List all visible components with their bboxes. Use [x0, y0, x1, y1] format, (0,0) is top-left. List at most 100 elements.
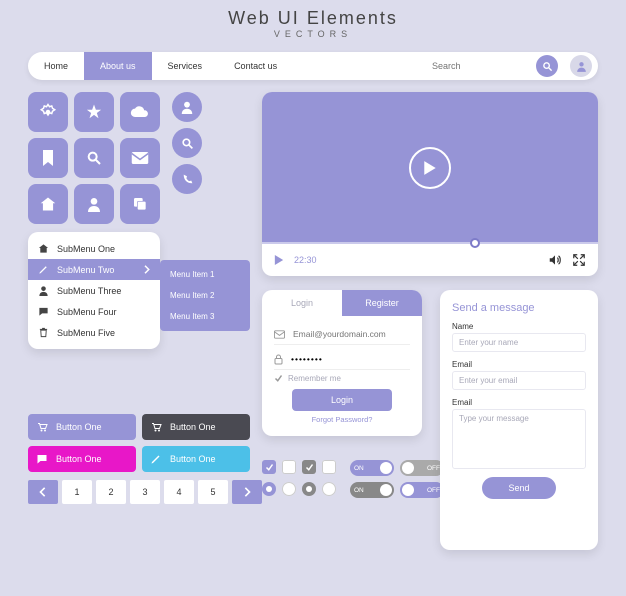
email-field[interactable] [291, 328, 410, 340]
flyout-item-1[interactable]: Menu Item 1 [160, 264, 250, 285]
pagination-page-1[interactable]: 1 [62, 480, 92, 504]
radio-lavender-selected[interactable] [262, 482, 276, 496]
chat-icon [38, 306, 49, 317]
toggle-off-2[interactable]: OFF [400, 482, 444, 498]
nav-services[interactable]: Services [152, 52, 219, 80]
copy-icon [132, 196, 148, 212]
video-time: 22:30 [294, 255, 317, 265]
round-person[interactable] [172, 92, 202, 122]
tile-copy[interactable] [120, 184, 160, 224]
flyout-item-3[interactable]: Menu Item 3 [160, 306, 250, 327]
button-one-dark[interactable]: Button One [142, 414, 250, 440]
phone-icon [181, 173, 194, 186]
password-field[interactable] [289, 353, 410, 365]
round-search[interactable] [172, 128, 202, 158]
button-one-magenta[interactable]: Button One [28, 446, 136, 472]
tile-cloud[interactable] [120, 92, 160, 132]
nav-search [416, 55, 564, 77]
person-icon [86, 196, 102, 212]
checkbox-unchecked-2[interactable] [322, 460, 336, 474]
pagination-page-3[interactable]: 3 [130, 480, 160, 504]
seek-track[interactable] [262, 242, 598, 244]
person-icon [180, 100, 194, 114]
search-button[interactable] [536, 55, 558, 77]
contact-name-label: Name [452, 322, 586, 331]
radio-unselected[interactable] [282, 482, 296, 496]
submenu-item-5[interactable]: SubMenu Five [28, 322, 160, 343]
video-canvas[interactable] [262, 92, 598, 244]
tab-register[interactable]: Register [342, 290, 422, 316]
play-overlay-button[interactable] [409, 147, 451, 189]
submenu-item-2[interactable]: SubMenu Two [28, 259, 160, 280]
nav-home[interactable]: Home [28, 52, 84, 80]
pagination-next[interactable] [232, 480, 262, 504]
button-one-cyan[interactable]: Button One [142, 446, 250, 472]
pagination-page-2[interactable]: 2 [96, 480, 126, 504]
avatar-button[interactable] [570, 55, 592, 77]
toggle-off-1[interactable]: OFF [400, 460, 444, 476]
submenu-item-4[interactable]: SubMenu Four [28, 301, 160, 322]
button-label: Button One [56, 422, 102, 432]
submenu-label: SubMenu Three [57, 286, 121, 296]
button-label: Button One [56, 454, 102, 464]
nav-contact[interactable]: Contact us [218, 52, 293, 80]
person-icon [38, 285, 49, 296]
tile-user[interactable] [74, 184, 114, 224]
contact-message-input[interactable]: Type your message [452, 409, 586, 469]
chevron-right-icon [243, 487, 251, 497]
button-one-lavender[interactable]: Button One [28, 414, 136, 440]
tile-bookmark[interactable] [28, 138, 68, 178]
tile-home[interactable] [28, 184, 68, 224]
tile-star[interactable] [74, 92, 114, 132]
search-input[interactable] [430, 60, 530, 72]
pagination-page-5[interactable]: 5 [198, 480, 228, 504]
round-phone[interactable] [172, 164, 202, 194]
login-button[interactable]: Login [292, 389, 392, 411]
bookmark-icon [42, 150, 54, 166]
tile-search[interactable] [74, 138, 114, 178]
submenu-item-3[interactable]: SubMenu Three [28, 280, 160, 301]
toggle-on-2[interactable]: ON [350, 482, 394, 498]
tile-mail[interactable] [120, 138, 160, 178]
radio-gray-selected[interactable] [302, 482, 316, 496]
checkbox-row [262, 460, 336, 474]
login-card: Login Register Remember me Login Forgot … [262, 290, 422, 436]
button-grid: Button One Button One Button One Button … [28, 414, 250, 472]
send-button[interactable]: Send [482, 477, 556, 499]
trash-icon [38, 327, 49, 338]
checkbox-gray-checked[interactable] [302, 460, 316, 474]
icon-grid [28, 92, 160, 224]
pagination-prev[interactable] [28, 480, 58, 504]
contact-message-label: Email [452, 398, 586, 407]
forgot-password-link[interactable]: Forgot Password? [274, 415, 410, 424]
person-icon [575, 60, 588, 73]
cloud-icon [130, 105, 150, 119]
video-controls: 22:30 [262, 244, 598, 276]
chat-icon [36, 453, 48, 465]
tab-login[interactable]: Login [262, 290, 342, 316]
play-icon[interactable] [274, 254, 284, 266]
fullscreen-icon[interactable] [572, 253, 586, 267]
home-icon [39, 196, 57, 212]
password-row [274, 349, 410, 370]
home-icon [38, 243, 49, 254]
tile-settings[interactable] [28, 92, 68, 132]
submenu-label: SubMenu One [57, 244, 115, 254]
nav-about[interactable]: About us [84, 52, 152, 80]
radio-unselected-2[interactable] [322, 482, 336, 496]
flyout-item-2[interactable]: Menu Item 2 [160, 285, 250, 306]
checkbox-lavender-checked[interactable] [262, 460, 276, 474]
checkbox-unchecked[interactable] [282, 460, 296, 474]
submenu-label: SubMenu Five [57, 328, 115, 338]
mail-icon [131, 151, 149, 165]
volume-icon[interactable] [548, 253, 562, 267]
contact-email-label: Email [452, 360, 586, 369]
contact-name-input[interactable]: Enter your name [452, 333, 586, 352]
pencil-icon [38, 264, 49, 275]
remember-row[interactable]: Remember me [274, 374, 410, 383]
cart-icon [36, 421, 48, 433]
contact-email-input[interactable]: Enter your email [452, 371, 586, 390]
toggle-on-1[interactable]: ON [350, 460, 394, 476]
submenu-item-1[interactable]: SubMenu One [28, 238, 160, 259]
pagination-page-4[interactable]: 4 [164, 480, 194, 504]
